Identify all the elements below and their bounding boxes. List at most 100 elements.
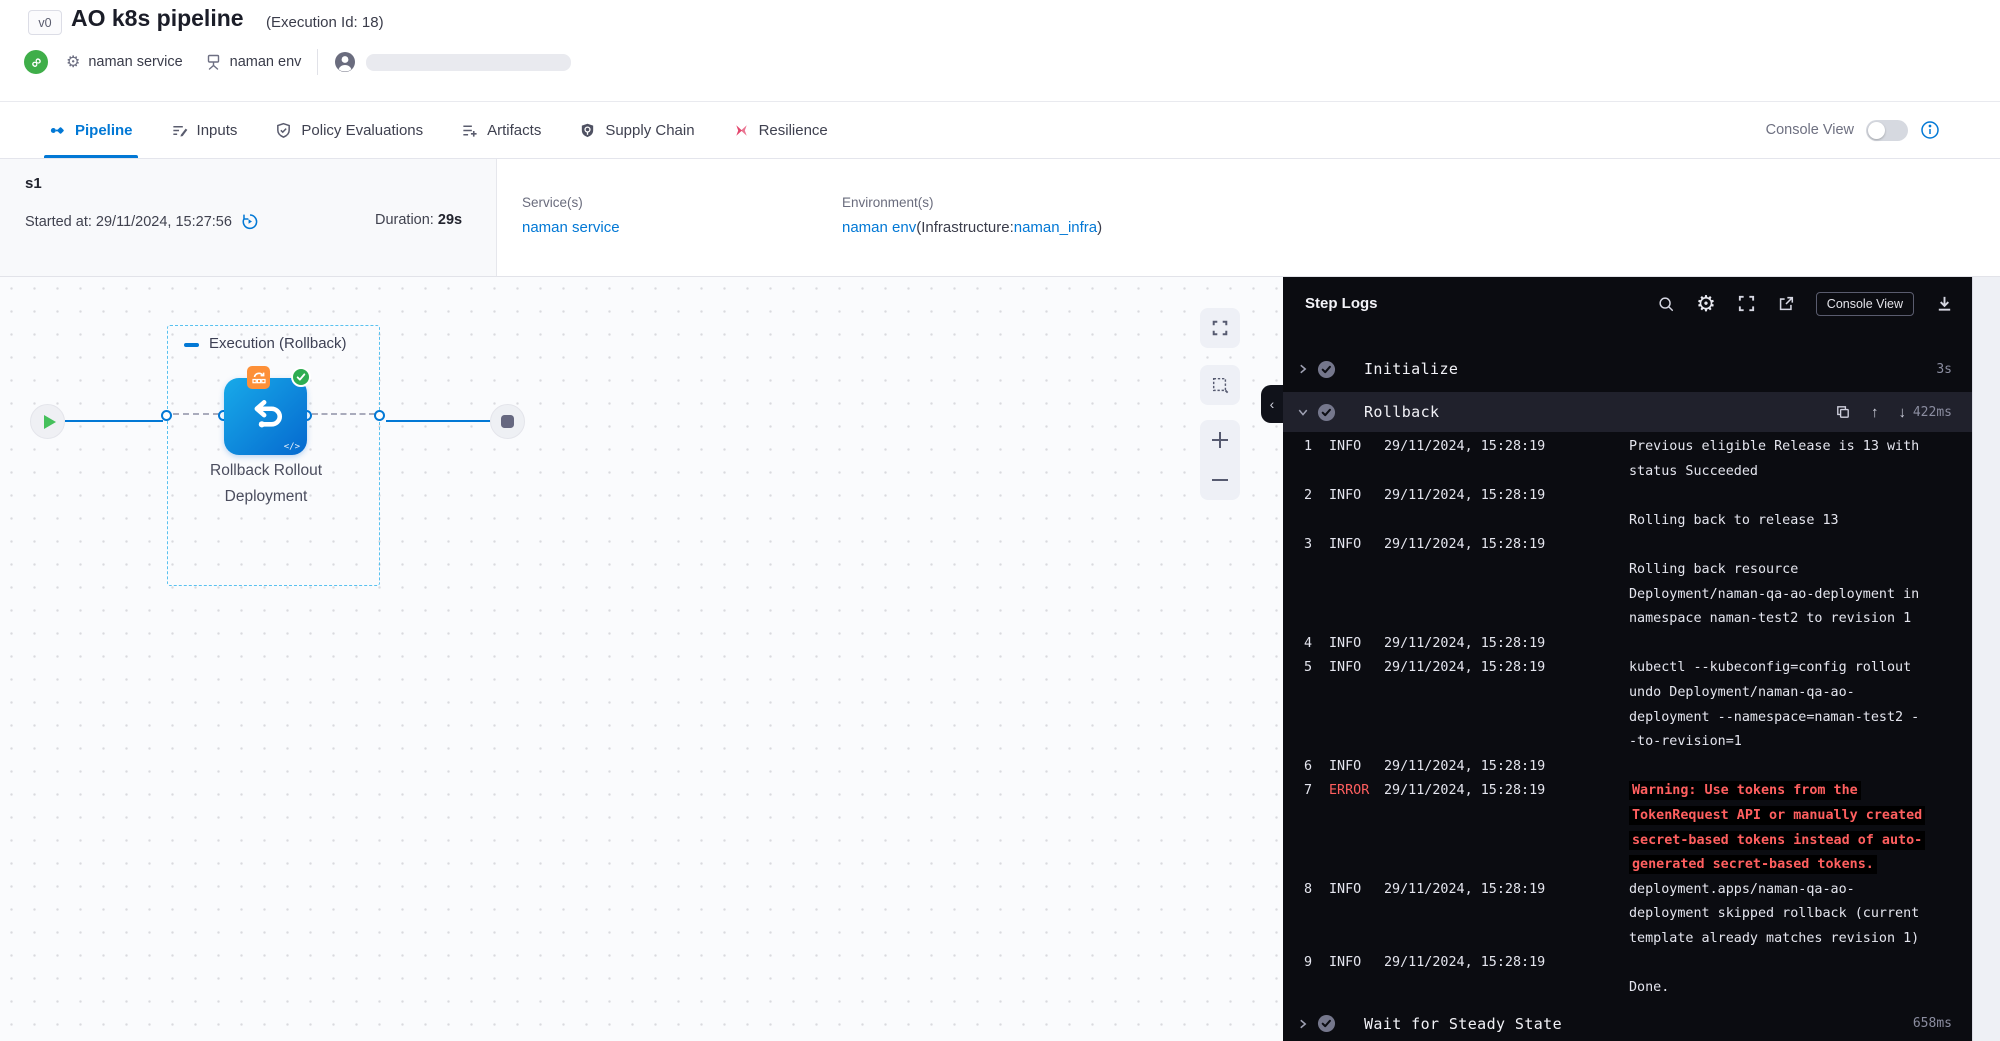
canvas-selection-button[interactable] xyxy=(1200,365,1240,405)
log-line: Rolling back to release 13 xyxy=(1283,508,1955,533)
settings-gear-icon[interactable]: ⚙ xyxy=(1696,293,1716,315)
tab-resilience[interactable]: Resilience xyxy=(714,102,847,158)
artifacts-icon xyxy=(461,122,478,139)
log-step-initialize[interactable]: Initialize 3s xyxy=(1283,346,1972,392)
step-label: Wait for Steady State xyxy=(1364,1015,1562,1033)
log-line: -to-revision=1 xyxy=(1283,729,1955,754)
group-title: Execution (Rollback) xyxy=(209,335,347,352)
log-line: Rolling back resource xyxy=(1283,557,1955,582)
execution-id: (Execution Id: 18) xyxy=(266,14,384,31)
step-label: Initialize xyxy=(1364,360,1458,378)
divider xyxy=(317,49,318,75)
log-line: Deployment/naman-qa-ao-deployment in xyxy=(1283,582,1955,607)
console-view-button[interactable]: Console View xyxy=(1816,292,1914,316)
connector-dot xyxy=(374,410,385,421)
log-step-rollback[interactable]: Rollback ↑ ↓ 422ms xyxy=(1283,392,1972,432)
chevron-down-icon xyxy=(1297,406,1311,418)
tab-pipeline[interactable]: Pipeline xyxy=(30,102,152,158)
log-step-wait-for-steady-state[interactable]: Wait for Steady State 658ms xyxy=(1283,1006,1972,1041)
tab-inputs[interactable]: Inputs xyxy=(152,102,257,158)
rollback-step-node[interactable]: </> xyxy=(224,378,307,455)
step-logs-actions: ⚙ Console View xyxy=(1657,277,1954,330)
log-line: status Succeeded xyxy=(1283,459,1955,484)
tab-supply-chain[interactable]: Supply Chain xyxy=(560,102,713,158)
user-avatar-icon xyxy=(334,51,356,73)
log-line: generated secret-based tokens. xyxy=(1283,852,1955,877)
chevron-left-icon: ‹ xyxy=(1270,396,1275,412)
collapse-group-icon[interactable] xyxy=(184,343,199,347)
step-logs-panel: Step Logs ⚙ Console View Initialize 3s R… xyxy=(1283,277,1972,1041)
zoom-controls xyxy=(1200,420,1240,500)
environment-name[interactable]: naman env xyxy=(230,54,302,70)
zoom-in-button[interactable] xyxy=(1200,420,1240,460)
service-name[interactable]: naman service xyxy=(88,54,182,70)
start-node xyxy=(30,404,65,439)
log-line: template already matches revision 1) xyxy=(1283,926,1955,951)
log-panel-scrollbar[interactable] xyxy=(1972,277,2000,1041)
console-view-toggle[interactable] xyxy=(1866,120,1908,141)
step-success-icon xyxy=(1317,360,1336,379)
log-line: undo Deployment/naman-qa-ao- xyxy=(1283,680,1955,705)
log-line: 5INFO29/11/2024, 15:28:19kubectl --kubec… xyxy=(1283,655,1955,680)
rollback-log-actions: ↑ ↓ xyxy=(1835,404,1906,421)
stage-summary-left: s1 Started at: 29/11/2024, 15:27:56 Dura… xyxy=(0,159,497,276)
page-header: v0 AO k8s pipeline (Execution Id: 18) ∞ … xyxy=(0,0,2000,102)
infrastructure-link[interactable]: naman_infra xyxy=(1014,219,1097,236)
environment-link[interactable]: naman env xyxy=(842,219,916,236)
pipeline-canvas[interactable]: Execution (Rollback) </> Rollback Rollou… xyxy=(0,277,1283,1041)
step-success-icon xyxy=(1317,1014,1336,1033)
version-badge: v0 xyxy=(28,10,62,35)
service-link[interactable]: naman service xyxy=(522,219,620,236)
scroll-down-icon[interactable]: ↓ xyxy=(1899,404,1907,421)
stage-summary-bar: s1 Started at: 29/11/2024, 15:27:56 Dura… xyxy=(0,159,2000,277)
log-line: 9INFO29/11/2024, 15:28:19 xyxy=(1283,950,1955,975)
toggle-knob xyxy=(1868,122,1885,139)
download-logs-icon[interactable] xyxy=(1935,294,1954,313)
policy-shield-icon xyxy=(275,122,292,139)
step-logs-title: Step Logs xyxy=(1305,295,1378,312)
log-line: 2INFO29/11/2024, 15:28:19 xyxy=(1283,483,1955,508)
console-view-label: Console View xyxy=(1766,122,1854,138)
stage-started: Started at: 29/11/2024, 15:27:56 xyxy=(25,212,259,231)
tab-artifacts[interactable]: Artifacts xyxy=(442,102,560,158)
end-node xyxy=(490,404,525,439)
info-icon[interactable] xyxy=(1920,120,1940,140)
search-icon[interactable] xyxy=(1657,295,1675,313)
log-line: 8INFO29/11/2024, 15:28:19deployment.apps… xyxy=(1283,877,1955,902)
step-logs-header: Step Logs ⚙ Console View xyxy=(1283,277,1972,330)
environment-link-line: naman env(Infrastructure:naman_infra) xyxy=(842,219,1102,236)
play-icon xyxy=(44,415,56,429)
code-glyph: </> xyxy=(284,442,300,452)
log-line: deployment --namespace=naman-test2 - xyxy=(1283,705,1955,730)
open-in-new-icon[interactable] xyxy=(1777,295,1795,313)
stop-icon xyxy=(501,415,514,428)
log-panel-collapse-handle[interactable]: ‹ xyxy=(1261,385,1283,423)
chevron-right-icon xyxy=(1297,1018,1311,1030)
step-duration: 658ms xyxy=(1913,1016,1952,1031)
rollout-step-badge-icon xyxy=(247,366,270,389)
copy-logs-icon[interactable] xyxy=(1835,404,1851,420)
stage-duration: Duration: 29s xyxy=(375,212,462,228)
step-label: Rollback xyxy=(1364,403,1439,421)
canvas-fullscreen-button[interactable] xyxy=(1200,308,1240,348)
zoom-out-button[interactable] xyxy=(1200,460,1240,500)
history-icon[interactable] xyxy=(240,212,259,231)
log-line: secret-based tokens instead of auto- xyxy=(1283,828,1955,853)
cd-module-icon: ∞ xyxy=(24,50,48,74)
log-line: 6INFO29/11/2024, 15:28:19 xyxy=(1283,754,1955,779)
scroll-up-icon[interactable]: ↑ xyxy=(1871,404,1879,421)
services-label: Service(s) xyxy=(522,195,583,210)
tab-policy-evaluations[interactable]: Policy Evaluations xyxy=(256,102,442,158)
step-node-label: Rollback Rollout Deployment xyxy=(166,458,366,510)
service-gear-icon: ⚙ xyxy=(66,52,80,72)
environment-icon xyxy=(205,54,222,71)
maximize-icon[interactable] xyxy=(1737,294,1756,313)
stage-name: s1 xyxy=(25,175,42,192)
execution-rollback-group[interactable] xyxy=(167,325,380,586)
connector-dot xyxy=(161,410,172,421)
supply-chain-shield-icon xyxy=(579,122,596,139)
console-view-toggle-group: Console View xyxy=(1766,102,1940,158)
rollback-log-output: 1INFO29/11/2024, 15:28:19Previous eligib… xyxy=(1283,434,1955,1000)
resilience-icon xyxy=(733,122,750,139)
rollback-undo-icon xyxy=(243,395,289,439)
